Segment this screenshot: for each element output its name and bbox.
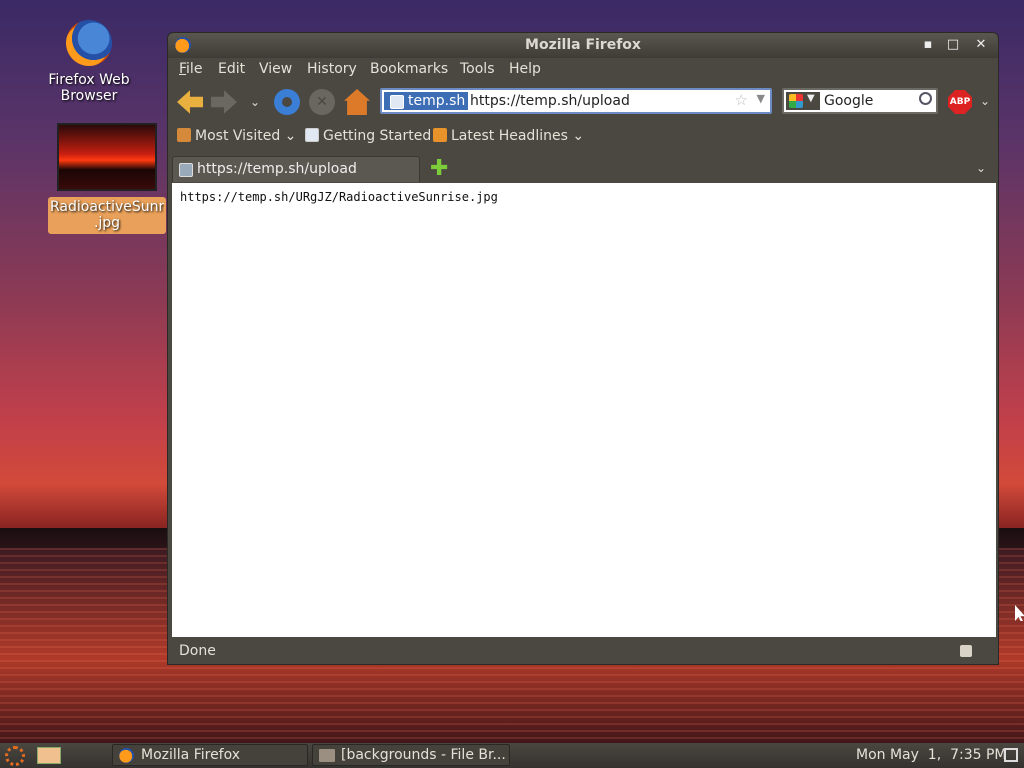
taskbar-item-file-browser[interactable]: [backgrounds - File Br...	[312, 744, 510, 766]
session-icon[interactable]	[1004, 748, 1018, 762]
ubuntu-menu-icon[interactable]	[5, 746, 25, 766]
firefox-icon[interactable]	[175, 37, 191, 53]
firefox-window: Mozilla Firefox ▪ □ ✕ File Edit View His…	[167, 32, 999, 665]
menu-help[interactable]: Help	[509, 61, 541, 77]
firefox-icon	[119, 748, 134, 763]
navigation-toolbar: ⌄ ✕ temp.sh https://temp.sh/upload ☆ ▼ ▼…	[168, 85, 998, 119]
status-bar: Done	[168, 639, 998, 665]
site-identity-label: temp.sh	[408, 93, 466, 109]
search-bar[interactable]: ▼ Google	[782, 88, 938, 114]
search-icon[interactable]	[919, 92, 932, 105]
task-label: [backgrounds - File Br...	[341, 747, 506, 763]
home-icon[interactable]	[344, 89, 370, 115]
rss-feed-icon	[433, 128, 447, 142]
chevron-down-icon: ⌄	[280, 128, 297, 144]
bookmark-latest-headlines[interactable]: Latest Headlines ⌄	[433, 128, 584, 144]
title-bar[interactable]: Mozilla Firefox ▪ □ ✕	[168, 33, 998, 58]
tab-bar: https://temp.sh/upload ✚ ⌄	[168, 155, 998, 183]
bookmark-most-visited[interactable]: Most Visited ⌄	[177, 128, 296, 144]
menu-bookmarks[interactable]: Bookmarks	[370, 61, 448, 77]
desktop: Firefox Web Browser RadioactiveSunris .j…	[0, 0, 1024, 768]
menu-file[interactable]: File	[179, 61, 202, 77]
history-dropdown-icon[interactable]: ⌄	[248, 95, 262, 109]
google-icon	[789, 94, 803, 108]
bookmark-label: Getting Started	[323, 128, 432, 144]
desktop-icon-label: Firefox Web Browser	[48, 72, 130, 104]
image-thumbnail	[57, 123, 157, 191]
bookmark-label: Latest Headlines	[451, 128, 568, 144]
clock[interactable]: Mon May 1, 7:35 PM	[856, 747, 1006, 763]
page-icon	[305, 128, 319, 142]
menu-history[interactable]: History	[307, 61, 357, 77]
file-name-line1: RadioactiveSunris	[50, 199, 164, 215]
task-label: Mozilla Firefox	[141, 747, 241, 763]
bottom-panel: Mozilla Firefox [backgrounds - File Br..…	[0, 743, 1024, 768]
taskbar-item-firefox[interactable]: Mozilla Firefox	[112, 744, 308, 766]
url-text[interactable]: https://temp.sh/upload	[470, 92, 630, 110]
folder-icon	[177, 128, 191, 142]
page-icon	[179, 163, 193, 177]
menu-tools[interactable]: Tools	[460, 61, 495, 77]
tab-active[interactable]: https://temp.sh/upload	[172, 156, 420, 182]
adblock-dropdown-icon[interactable]: ⌄	[980, 94, 990, 108]
desktop-icon-label-selected: RadioactiveSunris .jpg	[48, 197, 166, 234]
chevron-down-icon: ▼	[807, 93, 815, 104]
desktop-icon-firefox[interactable]: Firefox Web Browser	[18, 20, 160, 104]
file-browser-icon	[319, 749, 335, 762]
lock-icon[interactable]	[960, 645, 972, 657]
tab-label: https://temp.sh/upload	[197, 161, 357, 177]
stop-icon[interactable]: ✕	[309, 89, 335, 115]
url-bar[interactable]: temp.sh https://temp.sh/upload ☆ ▼	[380, 88, 772, 114]
site-icon	[390, 95, 404, 109]
desktop-icon-image-file[interactable]: RadioactiveSunris .jpg	[48, 123, 166, 234]
page-content: https://temp.sh/URgJZ/RadioactiveSunrise…	[172, 183, 996, 637]
bookmarks-toolbar: Most Visited ⌄ Getting Started Latest He…	[168, 125, 998, 151]
maximize-button[interactable]: □	[942, 33, 964, 58]
status-text: Done	[179, 643, 216, 659]
minimize-button[interactable]: ▪	[917, 33, 939, 58]
menu-mnemonic: F	[179, 61, 187, 77]
chevron-down-icon: ⌄	[567, 128, 585, 144]
menu-file-rest: ile	[186, 61, 203, 77]
firefox-icon	[66, 20, 112, 66]
search-engine-label: Google	[824, 93, 874, 109]
menu-bar: File Edit View History Bookmarks Tools H…	[168, 58, 998, 82]
forward-icon[interactable]	[211, 90, 237, 114]
adblock-icon[interactable]: ABP	[948, 90, 972, 114]
bookmark-label: Most Visited	[195, 128, 281, 144]
close-button[interactable]: ✕	[970, 33, 992, 58]
file-name-line2: .jpg	[93, 215, 121, 231]
tab-list-dropdown-icon[interactable]: ⌄	[976, 161, 986, 175]
bookmark-getting-started[interactable]: Getting Started	[305, 128, 431, 144]
show-desktop-icon[interactable]	[37, 747, 61, 764]
menu-view[interactable]: View	[259, 61, 292, 77]
bookmark-star-icon[interactable]: ☆	[735, 91, 748, 109]
search-engine-button[interactable]: ▼	[786, 92, 820, 110]
response-text[interactable]: https://temp.sh/URgJZ/RadioactiveSunrise…	[180, 190, 498, 204]
site-identity-button[interactable]: temp.sh	[384, 92, 469, 110]
url-dropdown-icon[interactable]: ▼	[757, 92, 765, 105]
window-title: Mozilla Firefox	[525, 37, 641, 53]
menu-edit[interactable]: Edit	[218, 61, 245, 77]
new-tab-icon[interactable]: ✚	[430, 158, 448, 180]
reload-icon[interactable]	[274, 89, 300, 115]
back-icon[interactable]	[177, 90, 203, 114]
